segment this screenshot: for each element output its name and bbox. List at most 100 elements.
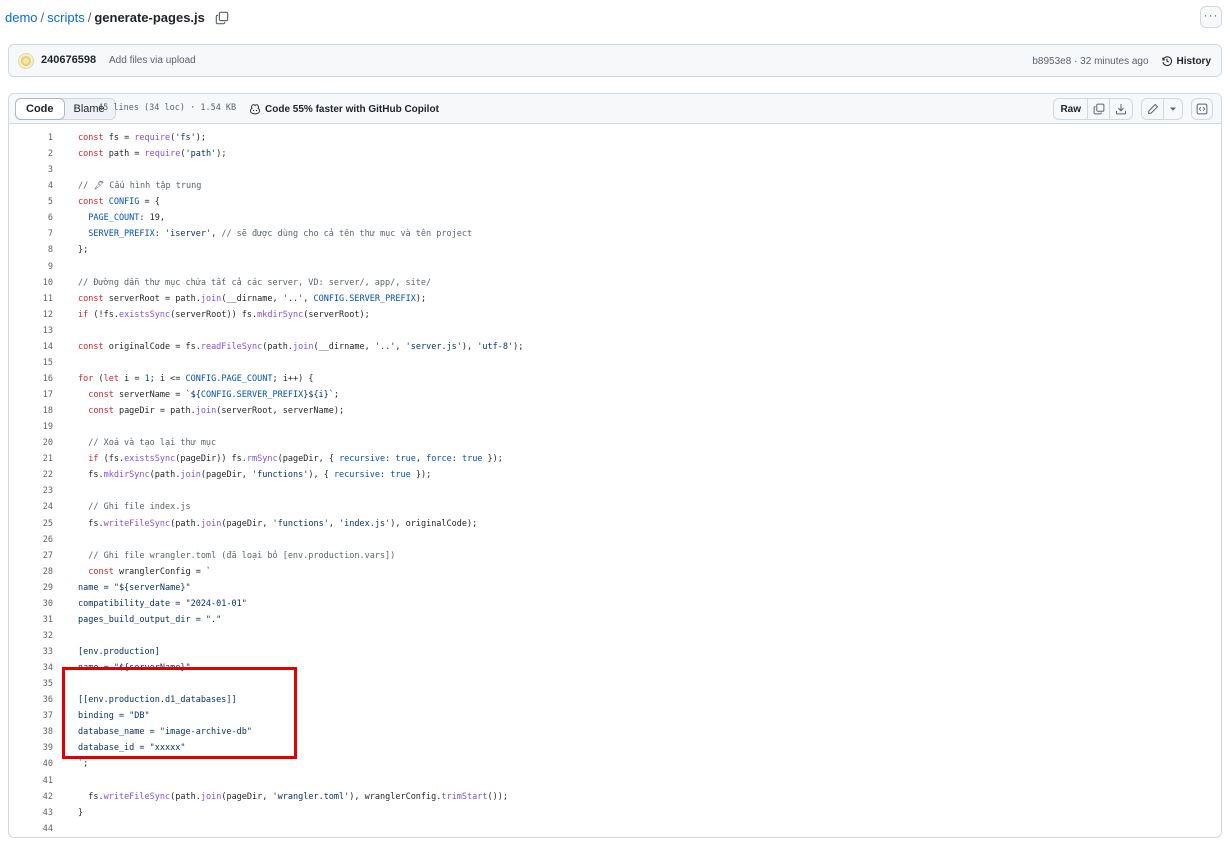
line-number[interactable]: 24 <box>9 502 53 512</box>
latest-commit-bar: 240676598 Add files via upload b8953e8 ·… <box>8 44 1222 77</box>
line-number[interactable]: 9 <box>9 262 53 272</box>
line-number[interactable]: 31 <box>9 615 53 625</box>
line-number[interactable]: 43 <box>9 808 53 818</box>
file-toolbar: Raw <box>1053 98 1213 120</box>
download-button[interactable] <box>1110 99 1132 119</box>
line-number[interactable]: 5 <box>9 197 53 207</box>
code-text: // Ghi file wrangler.toml (đã loại bỏ [e… <box>78 550 396 561</box>
history-button[interactable]: History <box>1161 55 1211 67</box>
line-number[interactable]: 18 <box>9 406 53 416</box>
line-number[interactable]: 1 <box>9 133 53 143</box>
code-text: // 🖋 Cấu hình tập trung <box>78 181 202 192</box>
avatar[interactable] <box>18 53 34 69</box>
code-line: 8}; <box>9 242 1221 258</box>
code-text: const fs = require('fs'); <box>78 133 206 144</box>
code-line: 14 const originalCode = fs.readFileSync(p… <box>9 339 1221 355</box>
code-line: 6 PAGE_COUNT: 19, <box>9 210 1221 226</box>
code-line: 23 <box>9 483 1221 499</box>
line-number[interactable]: 39 <box>9 743 53 753</box>
line-number[interactable]: 37 <box>9 711 53 721</box>
file-info: 45 lines (34 loc) · 1.54 KB <box>98 103 237 113</box>
line-number[interactable]: 32 <box>9 631 53 641</box>
line-number[interactable]: 41 <box>9 776 53 786</box>
line-number[interactable]: 23 <box>9 486 53 496</box>
code-text: } <box>78 807 84 818</box>
line-number[interactable]: 15 <box>9 358 53 368</box>
code-line: 33 [env.production] <box>9 644 1221 660</box>
line-number[interactable]: 36 <box>9 695 53 705</box>
line-number[interactable]: 4 <box>9 181 53 191</box>
file-actions-group: Raw <box>1053 98 1133 120</box>
raw-button[interactable]: Raw <box>1054 99 1088 119</box>
commit-hash-time[interactable]: b8953e8 · 32 minutes ago <box>1032 56 1148 67</box>
code-text: const originalCode = fs.readFileSync(pat… <box>78 341 524 352</box>
line-number[interactable]: 34 <box>9 663 53 673</box>
commit-message[interactable]: Add files via upload <box>109 55 196 66</box>
code-line: 1 const fs = require('fs'); <box>9 130 1221 146</box>
line-number[interactable]: 42 <box>9 792 53 802</box>
code-line: 44 <box>9 821 1221 837</box>
line-number[interactable]: 30 <box>9 599 53 609</box>
line-number[interactable]: 35 <box>9 679 53 689</box>
line-number[interactable]: 38 <box>9 727 53 737</box>
code-line: 5 const CONFIG = { <box>9 194 1221 210</box>
more-options-button[interactable]: ··· <box>1200 6 1222 28</box>
code-line: 41 <box>9 773 1221 789</box>
line-number[interactable]: 8 <box>9 245 53 255</box>
line-number[interactable]: 10 <box>9 278 53 288</box>
line-number[interactable]: 2 <box>9 149 53 159</box>
line-number[interactable]: 28 <box>9 567 53 577</box>
code-line: 37 binding = "DB" <box>9 708 1221 724</box>
symbols-panel-button[interactable] <box>1191 98 1213 120</box>
copilot-promo-link[interactable]: Code 55% faster with GitHub Copilot <box>249 103 439 115</box>
code-line: 11 const serverRoot = path.join(__dirname… <box>9 291 1221 307</box>
line-number[interactable]: 16 <box>9 374 53 384</box>
code-line: 34 name = "${serverName}" <box>9 660 1221 676</box>
copilot-icon <box>250 104 260 115</box>
code-line: 43} <box>9 805 1221 821</box>
code-text: `; <box>78 759 89 770</box>
line-number[interactable]: 14 <box>9 342 53 352</box>
code-text: const path = require('path'); <box>78 149 227 160</box>
code-text: [[env.production.d1_databases]] <box>78 695 237 706</box>
line-number[interactable]: 6 <box>9 213 53 223</box>
line-number[interactable]: 44 <box>9 824 53 834</box>
code-view: 1 const fs = require('fs'); 2 const path = … <box>9 130 1221 837</box>
breadcrumb-separator: / <box>40 10 45 25</box>
code-line: 24 // Ghi file index.js <box>9 499 1221 515</box>
code-line: 35 <box>9 676 1221 692</box>
code-line: 21 if (fs.existsSync(pageDir)) fs.rmSync… <box>9 451 1221 467</box>
line-number[interactable]: 27 <box>9 551 53 561</box>
line-number[interactable]: 21 <box>9 454 53 464</box>
breadcrumb-folder-link[interactable]: scripts <box>47 10 85 25</box>
line-number[interactable]: 17 <box>9 390 53 400</box>
copy-raw-button[interactable] <box>1088 99 1110 119</box>
line-number[interactable]: 19 <box>9 422 53 432</box>
edit-actions-group <box>1141 98 1183 120</box>
line-number[interactable]: 20 <box>9 438 53 448</box>
copy-path-icon[interactable] <box>215 11 229 25</box>
code-line: 26 <box>9 532 1221 548</box>
line-number[interactable]: 11 <box>9 294 53 304</box>
code-line: 17 const serverName = `${CONFIG.SERVER_P… <box>9 387 1221 403</box>
breadcrumb-repo-link[interactable]: demo <box>5 10 38 25</box>
line-number[interactable]: 22 <box>9 470 53 480</box>
line-number[interactable]: 3 <box>9 165 53 175</box>
line-number[interactable]: 7 <box>9 229 53 239</box>
edit-file-button[interactable] <box>1142 99 1164 119</box>
code-line: 2 const path = require('path'); <box>9 146 1221 162</box>
line-number[interactable]: 29 <box>9 583 53 593</box>
line-number[interactable]: 13 <box>9 326 53 336</box>
line-number[interactable]: 33 <box>9 647 53 657</box>
tab-code[interactable]: Code <box>15 98 65 120</box>
commit-author[interactable]: 240676598 <box>41 54 96 66</box>
code-line: 3 <box>9 162 1221 178</box>
line-number[interactable]: 26 <box>9 535 53 545</box>
line-number[interactable]: 25 <box>9 519 53 529</box>
code-line: 36 [[env.production.d1_databases]] <box>9 692 1221 708</box>
line-number[interactable]: 12 <box>9 310 53 320</box>
edit-options-dropdown[interactable] <box>1164 99 1182 119</box>
copilot-promo-text: Code 55% faster with GitHub Copilot <box>265 103 439 115</box>
code-text: pages_build_output_dir = "." <box>78 614 222 625</box>
line-number[interactable]: 40 <box>9 759 53 769</box>
